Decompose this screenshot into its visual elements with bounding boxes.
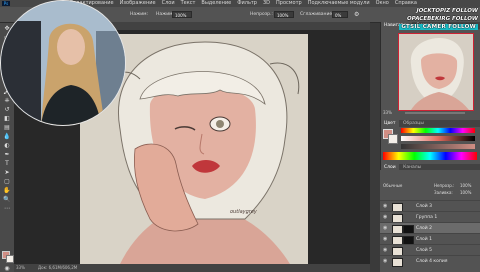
- background-color-swatch[interactable]: [6, 255, 14, 263]
- menu-item[interactable]: Слои: [162, 0, 175, 7]
- color-slider-saturation[interactable]: [401, 136, 475, 141]
- zoom-tool-icon[interactable]: 🔍: [3, 196, 11, 203]
- layer-opacity-value[interactable]: 100%: [460, 183, 471, 189]
- more-tools-icon[interactable]: ⋯: [3, 205, 11, 212]
- layer-row[interactable]: ◉ Слой 4 копия: [380, 255, 480, 267]
- menu-item[interactable]: Фильтр: [237, 0, 257, 7]
- menu-item[interactable]: Справка: [395, 0, 417, 7]
- shape-tool-icon[interactable]: ▢: [3, 178, 11, 185]
- layer-name: Слой 4 копия: [416, 259, 448, 264]
- navigator-preview[interactable]: [398, 33, 474, 111]
- layer-row[interactable]: ◉ Слой 3: [380, 200, 480, 212]
- opacity-label: Непрозр.:: [250, 12, 273, 17]
- status-zoom: 33%: [16, 265, 25, 270]
- artist-signature: outlaygrey: [230, 209, 257, 215]
- navigator-zoom: 33%: [383, 110, 477, 116]
- layers-panel: Обычные Непрозр.: 100% Заливка: 100% ◉ Сл…: [380, 170, 480, 272]
- photoshop-logo-icon: Ps: [2, 1, 10, 6]
- path-selection-tool-icon[interactable]: ➤: [3, 169, 11, 176]
- menu-item[interactable]: Выделение: [201, 0, 231, 7]
- overlay-follow-line-2: OPACEBEKIRG FOLLOW: [407, 16, 478, 22]
- menu-items: Редактирование Изображение Слои Текст Выделе…: [70, 0, 423, 7]
- blend-mode-select[interactable]: Обычные: [383, 183, 402, 189]
- menu-item[interactable]: 3D: [263, 0, 270, 7]
- color-background-chip[interactable]: [388, 134, 398, 144]
- overlay-follow-line-3: GTSIL CAMER FOLLOW: [399, 24, 478, 30]
- layer-row[interactable]: ◉ Слой 5: [380, 244, 480, 256]
- smoothing-label: Сглаживание:: [300, 12, 334, 17]
- pen-tool-icon[interactable]: ✒: [3, 151, 11, 158]
- settings-gear-icon[interactable]: ⚙: [354, 7, 359, 22]
- menu-item[interactable]: Подключаемые модули: [308, 0, 370, 7]
- webcam-overlay: [0, 0, 126, 126]
- type-tool-icon[interactable]: T: [3, 160, 11, 167]
- history-brush-tool-icon[interactable]: ↺: [3, 106, 11, 113]
- color-slider-brightness[interactable]: [401, 144, 475, 149]
- visibility-eye-icon[interactable]: ◉: [383, 256, 387, 267]
- layer-fill-label: Заливка:: [434, 190, 453, 195]
- menu-item[interactable]: Окно: [376, 0, 389, 7]
- color-slider-hue[interactable]: [401, 128, 475, 133]
- quick-mask-icon[interactable]: ◉: [3, 265, 11, 272]
- mode-label: Нажим:: [130, 12, 149, 17]
- gradient-tool-icon[interactable]: ▤: [3, 124, 11, 131]
- webcam-feed: [1, 1, 125, 125]
- layer-fill-value[interactable]: 100%: [460, 190, 471, 196]
- menu-item[interactable]: Изображение: [120, 0, 156, 7]
- layer-row[interactable]: ◉ Группа 1: [380, 211, 480, 223]
- opacity-field[interactable]: 100%: [274, 11, 294, 18]
- menu-item[interactable]: Просмотр: [276, 0, 302, 7]
- status-doc-info: Док: 6,61М/606,2М: [38, 265, 78, 270]
- eraser-tool-icon[interactable]: ◧: [3, 115, 11, 122]
- navigator-thumbnail: [399, 34, 473, 110]
- smoothing-field[interactable]: 0%: [332, 11, 348, 18]
- color-spectrum-bar[interactable]: [383, 152, 477, 160]
- blur-tool-icon[interactable]: 💧: [3, 133, 11, 140]
- navigator-zoom-value[interactable]: 33%: [383, 110, 392, 115]
- flow-field[interactable]: 100%: [172, 11, 192, 18]
- layer-thumbnail: [392, 258, 403, 267]
- overlay-follow-line-1: JOCKTOPIZ FOLLOW: [416, 8, 478, 14]
- menu-item[interactable]: Текст: [181, 0, 196, 7]
- hand-tool-icon[interactable]: ✋: [3, 187, 11, 194]
- layer-row[interactable]: ◉ Слой 2: [380, 222, 480, 234]
- layer-row[interactable]: ◉ Слой 1: [380, 233, 480, 245]
- navigator-zoom-slider[interactable]: [405, 112, 465, 114]
- dodge-tool-icon[interactable]: ◐: [3, 142, 11, 149]
- layer-opacity-label: Непрозр.:: [434, 183, 455, 188]
- status-bar: 33% Док: 6,61М/606,2М: [14, 264, 370, 272]
